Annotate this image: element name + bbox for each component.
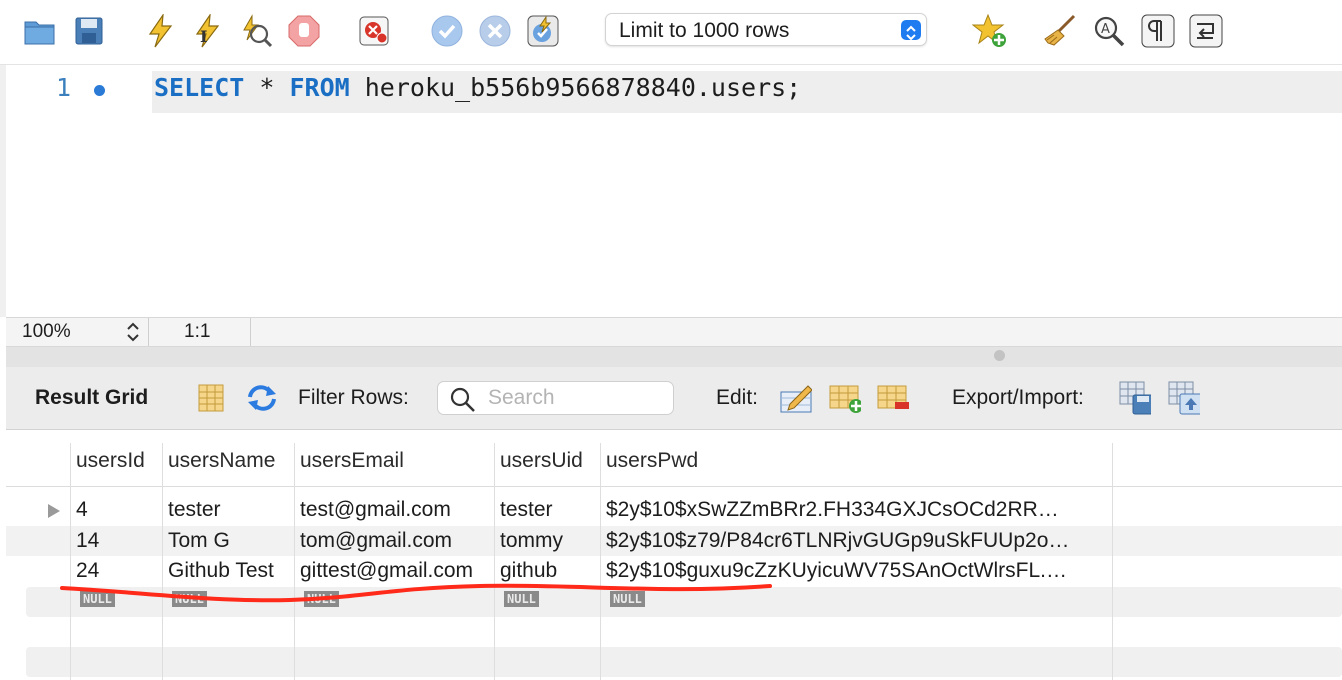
edit-label: Edit: [716, 386, 759, 409]
grid-header: usersId usersName usersEmail usersUid us… [6, 431, 1342, 487]
filter-rows-label: Filter Rows: [298, 386, 409, 409]
sql-statement[interactable]: SELECT * FROM heroku_b556b9566878840.use… [154, 73, 801, 102]
rollback-icon[interactable] [477, 12, 513, 50]
result-grid[interactable]: usersId usersName usersEmail usersUid us… [6, 431, 1342, 680]
export-icon[interactable] [1119, 381, 1151, 415]
table-row[interactable]: 14 Tom G tom@gmail.com tommy $2y$10$z79/… [6, 526, 1342, 556]
filter-search-box[interactable] [437, 381, 674, 415]
svg-text:I: I [200, 27, 207, 46]
stop-icon[interactable] [286, 12, 322, 50]
cell-usersname[interactable]: Tom G [168, 529, 230, 553]
zoom-stepper-icon[interactable] [126, 321, 140, 343]
star-token: * [244, 73, 290, 102]
import-icon[interactable] [1168, 381, 1200, 415]
result-toolbar: Result Grid Filter Rows: Edit: Export/Im… [6, 367, 1342, 430]
cell-usersname[interactable]: tester [168, 498, 221, 522]
column-header-usersid[interactable]: usersId [76, 449, 145, 473]
column-divider[interactable] [494, 443, 495, 680]
save-icon[interactable] [71, 12, 107, 50]
zoom-level[interactable]: 100% [22, 321, 71, 343]
current-row-arrow-icon [48, 504, 60, 518]
table-name-token: heroku_b556b9566878840.users; [349, 73, 802, 102]
refresh-icon[interactable] [246, 382, 278, 414]
editor-status-bar: 100% 1:1 [6, 317, 1342, 347]
execute-icon[interactable] [142, 12, 178, 50]
edit-row-icon[interactable] [780, 382, 812, 414]
column-header-usersemail[interactable]: usersEmail [300, 449, 404, 473]
column-divider[interactable] [162, 443, 163, 680]
empty-row [26, 647, 1342, 677]
status-divider [148, 318, 149, 346]
statement-marker-icon [94, 85, 105, 96]
line-number: 1 [56, 73, 72, 102]
execute-current-icon[interactable]: I [189, 12, 225, 50]
keyword-from: FROM [289, 73, 350, 102]
column-divider[interactable] [600, 443, 601, 680]
main-toolbar: I Limit to 1000 rows A [0, 0, 1342, 65]
column-header-userspwd[interactable]: usersPwd [606, 449, 698, 473]
limit-rows-value: Limit to 1000 rows [619, 19, 790, 42]
find-icon[interactable]: A [1091, 12, 1127, 50]
add-row-icon[interactable] [829, 382, 861, 414]
sql-editor[interactable]: 1 SELECT * FROM heroku_b556b9566878840.u… [0, 65, 1342, 317]
search-input[interactable] [488, 386, 668, 410]
cell-userspwd[interactable]: $2y$10$z79/P84cr6TLNRjvGUGp9uSkFUUp2o… [606, 529, 1111, 553]
cell-userspwd[interactable]: $2y$10$xSwZZmBRr2.FH334GXJCsOCd2RR… [606, 498, 1111, 522]
column-divider[interactable] [294, 443, 295, 680]
cell-usersuid[interactable]: tester [500, 498, 553, 522]
column-header-usersuid[interactable]: usersUid [500, 449, 583, 473]
column-header-usersname[interactable]: usersName [168, 449, 275, 473]
status-divider [250, 318, 251, 346]
cursor-position: 1:1 [184, 321, 211, 342]
export-import-label: Export/Import: [952, 386, 1084, 409]
svg-text:A: A [1101, 22, 1110, 37]
chevron-updown-icon [901, 20, 921, 41]
cell-usersemail[interactable]: test@gmail.com [300, 498, 451, 522]
keyword-select: SELECT [154, 73, 245, 102]
splitter-handle-icon[interactable] [994, 350, 1005, 361]
autocommit-icon[interactable] [525, 12, 561, 50]
editor-left-border [0, 65, 6, 317]
explain-icon[interactable] [237, 12, 273, 50]
cell-usersuid[interactable]: tommy [500, 529, 563, 553]
column-divider[interactable] [70, 443, 71, 680]
open-folder-icon[interactable] [22, 12, 58, 50]
bookmark-icon[interactable] [972, 12, 1008, 50]
toggle-error-icon[interactable] [357, 12, 393, 50]
delete-row-icon[interactable] [877, 382, 909, 414]
commit-icon[interactable] [429, 12, 465, 50]
limit-rows-select[interactable]: Limit to 1000 rows [605, 13, 927, 46]
result-grid-title[interactable]: Result Grid [35, 386, 148, 410]
grid-view-icon[interactable] [195, 382, 227, 414]
wrap-icon[interactable] [1188, 12, 1224, 50]
cell-usersid[interactable]: 4 [76, 498, 88, 522]
cell-usersid[interactable]: 14 [76, 529, 99, 553]
column-divider[interactable] [1112, 443, 1113, 680]
search-icon [450, 387, 476, 419]
invisibles-icon[interactable] [1140, 12, 1176, 50]
beautify-icon[interactable] [1042, 12, 1078, 50]
cell-usersemail[interactable]: tom@gmail.com [300, 529, 452, 553]
red-annotation-stroke [60, 583, 772, 603]
panel-splitter[interactable] [6, 347, 1342, 367]
table-row[interactable]: 4 tester test@gmail.com tester $2y$10$xS… [6, 495, 1342, 525]
